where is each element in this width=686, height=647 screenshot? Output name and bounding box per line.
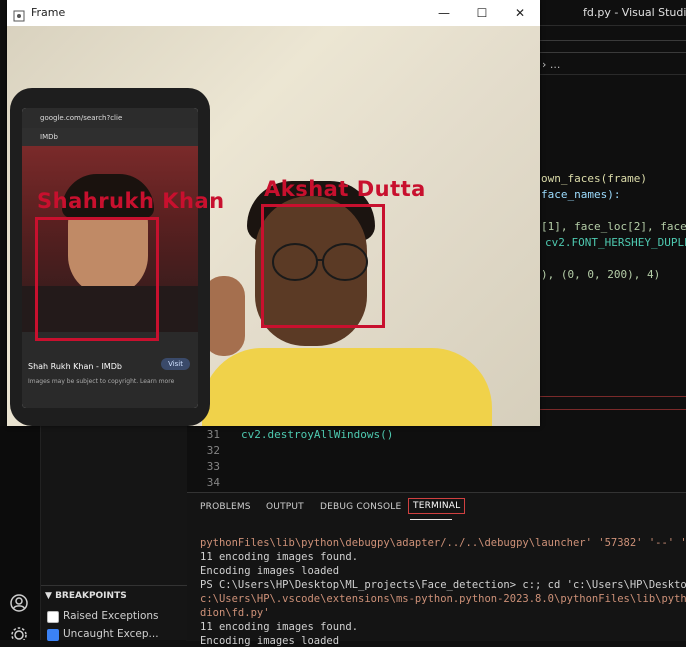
tab-terminal[interactable]: TERMINAL <box>408 498 466 514</box>
minimize-button[interactable]: — <box>435 4 453 22</box>
frame-title: Frame <box>31 6 66 19</box>
tab-output[interactable]: OUTPUT <box>266 502 304 512</box>
code-line-31: cv2.destroyAllWindows() <box>241 428 394 441</box>
close-button[interactable]: ✕ <box>511 4 529 22</box>
tab-divider <box>540 40 686 41</box>
terminal-line: 11 encoding images found. <box>200 621 359 633</box>
scroll-marker-2 <box>540 409 686 410</box>
code-line-3: [1], face_loc[2], face_ <box>541 220 686 233</box>
frame-window: Frame — ☐ ✕ google.com/search?clie IMDb <box>7 0 540 426</box>
line-number: 31 <box>206 428 220 441</box>
vscode-title: fd.py - Visual Studio Co <box>583 6 686 19</box>
code-line-4: cv2.FONT_HERSHEY_DUPLE <box>545 236 686 249</box>
section-divider <box>41 585 187 586</box>
editor-top-divider <box>540 74 686 75</box>
terminal-line: PS C:\Users\HP\Desktop\ML_projects\Face_… <box>200 579 686 591</box>
phone-caption: Shah Rukh Khan - IMDb <box>28 362 122 371</box>
breadcrumb[interactable]: › ... <box>542 58 560 71</box>
terminal-line: Encoding images loaded <box>200 565 340 577</box>
chevron-down-icon: ▼ <box>45 591 52 601</box>
phone-info-panel: Shah Rukh Khan - IMDb Images may be subj… <box>22 332 198 408</box>
gear-icon[interactable] <box>10 626 28 640</box>
checkbox-checked[interactable] <box>47 629 59 641</box>
scroll-marker <box>540 396 686 397</box>
face-box-right <box>261 204 385 328</box>
terminal-line: dion\fd.py' <box>200 607 270 619</box>
maximize-button[interactable]: ☐ <box>473 4 491 22</box>
bottom-panel: PROBLEMS OUTPUT DEBUG CONSOLE TERMINAL p… <box>186 492 686 647</box>
line-number: 33 <box>206 460 220 473</box>
phone-visit-button: Visit <box>161 358 190 370</box>
face-label-right: Akshat Dutta <box>264 177 426 201</box>
face-label-left: Shahrukh Khan <box>37 189 225 213</box>
face-box-left <box>35 217 159 341</box>
title-divider <box>540 25 686 26</box>
breakpoints-header[interactable]: ▼ BREAKPOINTS <box>45 591 127 601</box>
breakpoint-raised-exceptions[interactable]: Raised Exceptions <box>47 610 159 623</box>
activity-bar <box>0 426 40 640</box>
terminal-line: pythonFiles\lib\python\debugpy\adapter/.… <box>200 537 686 549</box>
code-line-2: face_names): <box>541 188 621 201</box>
sidebar: ▼ BREAKPOINTS Raised Exceptions Uncaught… <box>40 426 187 641</box>
terminal-line: c:\Users\HP\.vscode\extensions\ms-python… <box>200 593 686 605</box>
account-icon[interactable] <box>10 594 28 612</box>
terminal-line: Encoding images loaded <box>200 635 340 647</box>
tab-problems[interactable]: PROBLEMS <box>200 502 251 512</box>
camera-feed: google.com/search?clie IMDb Shah Rukh Kh… <box>7 26 540 426</box>
tab-divider-2 <box>540 52 686 53</box>
phone-note: Images may be subject to copyright. Lear… <box>28 378 175 385</box>
terminal-line: 11 encoding images found. <box>200 551 359 563</box>
app-icon <box>13 7 25 22</box>
person-shirt <box>202 348 492 426</box>
breakpoint-uncaught-exceptions[interactable]: Uncaught Excep... <box>47 628 159 641</box>
editor-lower: 31 cv2.destroyAllWindows() 32 33 34 <box>186 426 686 492</box>
checkbox[interactable] <box>47 611 59 623</box>
code-line-5: ), (0, 0, 200), 4) <box>541 268 661 281</box>
line-number: 32 <box>206 444 220 457</box>
code-line-1: own_faces(frame) <box>541 172 647 185</box>
frame-titlebar[interactable]: Frame — ☐ ✕ <box>7 0 540 27</box>
active-tab-indicator <box>410 519 452 520</box>
phone-source-bar: IMDb <box>22 128 198 146</box>
phone-url-bar: google.com/search?clie <box>22 108 198 128</box>
line-number: 34 <box>206 476 220 489</box>
tab-debug-console[interactable]: DEBUG CONSOLE <box>320 502 401 512</box>
